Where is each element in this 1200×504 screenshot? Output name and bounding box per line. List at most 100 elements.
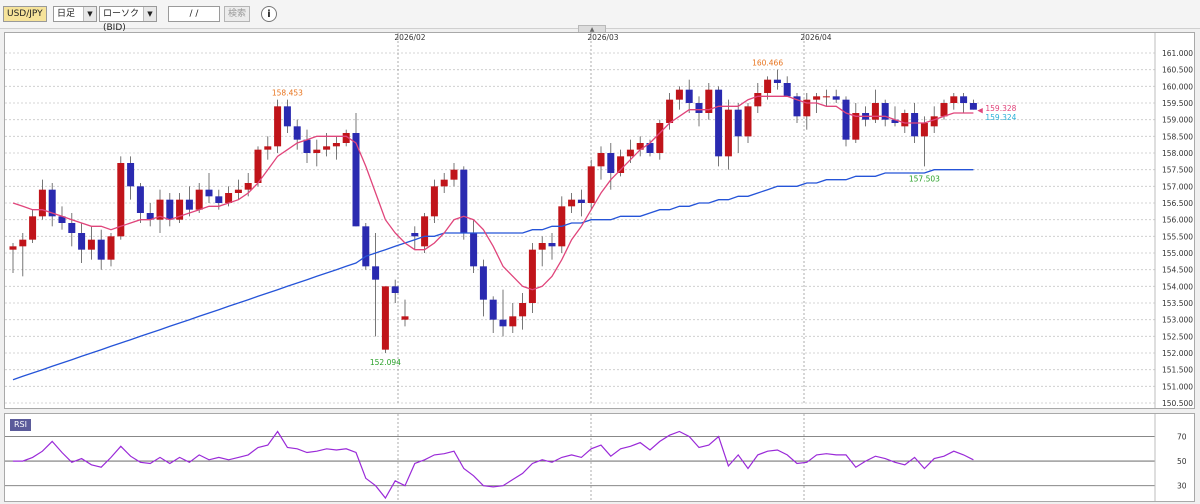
- chart-type-value: ローソク(BID): [103, 9, 140, 33]
- y-tick-label: 151.500: [1162, 366, 1193, 375]
- info-icon[interactable]: i: [261, 6, 277, 22]
- candle-body: [842, 99, 850, 140]
- y-tick-label: 159.000: [1162, 116, 1193, 125]
- candle-body: [587, 166, 595, 203]
- candle-body: [813, 96, 821, 100]
- y-tick-label: 150.500: [1162, 399, 1193, 408]
- y-tick-label: 158.500: [1162, 132, 1193, 141]
- candle-body: [783, 83, 791, 97]
- y-tick-label: 157.000: [1162, 182, 1193, 191]
- candle-body: [509, 316, 517, 327]
- candle-body: [19, 239, 27, 247]
- date-input[interactable]: / /: [168, 6, 220, 22]
- candle-body: [352, 133, 360, 227]
- candle-body: [254, 149, 262, 183]
- timeframe-value: 日足: [57, 9, 76, 19]
- candle-body: [950, 96, 958, 103]
- candle-body: [538, 243, 546, 250]
- candle-body: [195, 189, 203, 210]
- candle-body: [548, 243, 556, 247]
- candle-body: [430, 186, 438, 217]
- candle-body: [626, 149, 634, 157]
- y-tick-label: 160.500: [1162, 66, 1193, 75]
- rsi-tick-label: 50: [1177, 457, 1187, 466]
- candle-body: [166, 199, 174, 220]
- candle-body: [715, 89, 723, 157]
- price-marker-icon: ◀: [977, 107, 983, 115]
- candle-body: [401, 316, 409, 320]
- y-tick-label: 152.500: [1162, 332, 1193, 341]
- candle-body: [313, 149, 321, 153]
- candle-body: [107, 236, 115, 260]
- candle-body: [87, 239, 95, 250]
- date-input-value: / /: [189, 9, 199, 19]
- candle-body: [489, 299, 497, 320]
- candle-body: [528, 249, 536, 303]
- y-tick-label: 156.500: [1162, 199, 1193, 208]
- y-tick-label: 158.000: [1162, 149, 1193, 158]
- y-tick-label: 151.000: [1162, 382, 1193, 391]
- search-button[interactable]: 検索: [224, 6, 250, 22]
- candle-body: [460, 169, 468, 233]
- rsi-line: [13, 430, 974, 500]
- y-tick-label: 152.000: [1162, 349, 1193, 358]
- y-tick-label: 155.000: [1162, 249, 1193, 258]
- candle-body: [734, 109, 742, 137]
- chevron-down-icon: ▼: [143, 7, 156, 21]
- chart-type-select[interactable]: ローソク(BID) ▼: [99, 6, 157, 33]
- y-tick-label: 160.000: [1162, 82, 1193, 91]
- y-tick-label: 157.500: [1162, 166, 1193, 175]
- candle-body: [577, 199, 585, 203]
- candle-body: [930, 116, 938, 127]
- chevron-down-icon: ▼: [83, 7, 96, 21]
- candle-body: [372, 266, 380, 280]
- y-tick-label: 153.000: [1162, 316, 1193, 325]
- candle-body: [411, 233, 419, 237]
- rsi-tick-label: 70: [1177, 432, 1187, 441]
- price-annotation: 152.094: [370, 358, 401, 367]
- price-chart: 161.000 160.500 160.000 159.500 159.000 158.5…: [5, 33, 1193, 408]
- candle-body: [499, 319, 507, 327]
- candle-body: [773, 79, 781, 83]
- y-tick-label: 159.500: [1162, 99, 1193, 108]
- candle-body: [960, 96, 968, 103]
- rsi-label: RSI: [10, 419, 31, 431]
- price-chart-pane: 161.000 160.500 160.000 159.500 159.000 158.5…: [4, 32, 1195, 409]
- symbol-value: USD/JPY: [7, 9, 43, 19]
- candle-body: [871, 103, 879, 120]
- rsi-pane: RSI 70 50 30: [4, 413, 1195, 502]
- candle-body: [685, 89, 693, 103]
- short-moving-average-line: [12, 95, 974, 291]
- candle-body: [136, 186, 144, 213]
- candle-body: [911, 113, 919, 137]
- y-tick-label: 161.000: [1162, 49, 1193, 58]
- candle-body: [264, 146, 272, 150]
- candle-body: [78, 233, 86, 250]
- candle-body: [920, 123, 928, 137]
- candle-body: [9, 246, 17, 250]
- candle-body: [274, 106, 282, 147]
- current-price-label: 159.328: [985, 104, 1016, 113]
- candle-body: [832, 96, 840, 100]
- y-tick-label: 155.500: [1162, 232, 1193, 241]
- candle-body: [666, 99, 674, 123]
- candle-body: [656, 123, 664, 153]
- candle-body: [391, 286, 399, 293]
- candle-body: [381, 286, 389, 350]
- candle-body: [244, 183, 252, 190]
- x-tick-label: 2026/03: [587, 33, 618, 42]
- rsi-tick-label: 30: [1177, 482, 1187, 491]
- candle-body: [568, 199, 576, 207]
- y-tick-label: 153.500: [1162, 299, 1193, 308]
- candle-body: [293, 126, 301, 140]
- candle-body: [68, 223, 76, 233]
- rsi-chart: 70 50 30: [5, 414, 1187, 501]
- candle-body: [695, 103, 703, 113]
- price-annotation: 158.453: [272, 89, 303, 98]
- candle-body: [323, 146, 331, 150]
- candle-body: [744, 106, 752, 137]
- current-price-label: 159.324: [985, 113, 1016, 122]
- symbol-select[interactable]: USD/JPY: [3, 6, 47, 22]
- candle-body: [234, 189, 242, 193]
- timeframe-select[interactable]: 日足 ▼: [53, 6, 97, 22]
